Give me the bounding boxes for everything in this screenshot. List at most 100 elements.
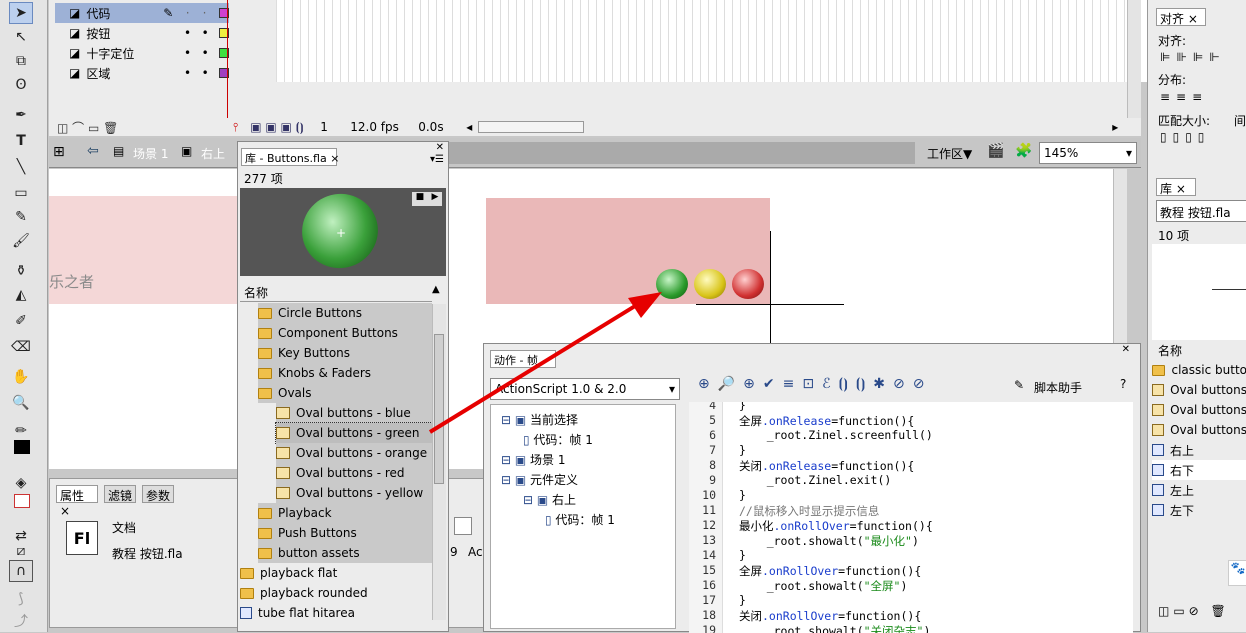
layer-row[interactable]: ◪ 十字定位 • • [55,43,229,63]
hand-tool-icon[interactable]: ✋ [9,366,33,388]
play-icon[interactable]: ▶ [431,192,438,206]
smooth-icon[interactable]: ⟆ [9,588,33,610]
eraser-icon[interactable]: ⌫ [9,336,33,358]
layer-row[interactable]: ◪ 区域 • • [55,63,229,83]
code-line[interactable]: 5 全屏.onRelease=function(){ [689,413,914,428]
navigator-item[interactable]: ⊟ ▣ 元件定义 [501,471,578,488]
library-file-select[interactable]: 教程 按钮.fla [1156,200,1246,222]
auto-format-icon[interactable]: ≡ [783,376,795,398]
code-hint-icon[interactable]: ⊡ [802,376,814,398]
color-swatch[interactable] [454,517,472,535]
panel-close-icon[interactable]: ✕ [436,142,444,153]
column-header-name[interactable]: 名称 [240,282,432,302]
no-color-icon[interactable]: ⧄ [9,540,33,562]
library-item[interactable]: Oval buttons - blue [276,403,432,423]
center-frame-icon[interactable]: ⫯ [233,120,238,135]
code-line[interactable]: 13 _root.showalt("最小化") [689,533,919,548]
library-tab[interactable]: 库 - Buttons.fla × [241,148,339,166]
library-item[interactable]: Oval buttons [1152,400,1246,420]
stop-icon[interactable]: ■ [416,192,425,206]
library-footer-icons[interactable]: ◫▭⊘ 🗑 [1158,604,1230,618]
library-item[interactable]: playback rounded [240,583,432,603]
sort-icon[interactable]: ▲ [432,284,440,295]
library-item[interactable]: Oval buttons - red [276,463,432,483]
edit-scene-icon[interactable]: 🧩 [1015,143,1032,159]
library-item[interactable]: Key Buttons [258,343,432,363]
code-line[interactable]: 17} [689,593,746,608]
straighten-icon[interactable]: ⤴ [9,610,33,632]
match-size-buttons-icon[interactable]: ▯▯▯▯ [1160,130,1210,144]
breadcrumb-scene[interactable]: 场景 1 [133,145,168,162]
code-line[interactable]: 8 关闭.onRelease=function(){ [689,458,914,473]
zoom-tool-icon[interactable]: 🔍 [9,392,33,414]
tab-filters[interactable]: 滤镜 [104,485,136,503]
code-line[interactable]: 12 最小化.onRollOver=function(){ [689,518,933,533]
timeline-vscroll[interactable] [1127,0,1141,118]
collapse-selection-icon[interactable]: ⦗⦘ [856,376,865,398]
code-line[interactable]: 6 _root.Zinel.screenfull() [689,428,933,443]
timeline-hscroll-thumb[interactable] [478,121,585,133]
check-syntax-icon[interactable]: ✔ [763,376,775,398]
frame-grid[interactable] [276,0,1176,82]
panel-menu-icon[interactable]: ▾☰ [430,154,444,165]
tab-properties[interactable]: 属性 × [56,485,98,518]
brush-tool-icon[interactable]: 🖌 [9,230,33,252]
library-item[interactable]: Circle Buttons [258,303,432,323]
align-buttons-icon[interactable]: ⊫⊪⊫⊩ [1160,50,1226,64]
navigator-item[interactable]: ⊟ ▣ 场景 1 [501,451,565,468]
code-line[interactable]: 14} [689,548,746,563]
free-transform-icon[interactable]: ⧉ [9,50,33,72]
pen-tool-icon[interactable]: ✒ [9,104,33,126]
layer-row[interactable]: ◪ 按钮 • • [55,23,229,43]
onion-skin-icon[interactable]: ▣ ▣ ▣ ⦗⦘ [250,120,320,135]
help-icon[interactable]: ? [1120,377,1126,391]
rectangle-tool-icon[interactable]: ▭ [9,182,33,204]
library-item[interactable]: 右下 [1152,460,1246,480]
layer-row[interactable]: ◪ 代码 ✎ · · [55,3,229,23]
code-line[interactable]: 7} [689,443,746,458]
eyedropper-icon[interactable]: ✐ [9,310,33,332]
find-icon[interactable]: 🔎 [718,376,735,398]
back-icon[interactable]: ⇦ [87,143,99,159]
library-item[interactable]: 左下 [1152,500,1246,520]
scroll-left-icon[interactable]: ◂ [466,120,478,134]
library-item[interactable]: Ovals [258,383,432,403]
library-item[interactable]: Oval buttons [1152,420,1246,440]
navigator-item[interactable]: ▯ 代码：帧 1 [545,511,615,528]
lasso-tool-icon[interactable]: ʘ [9,74,33,96]
add-statement-icon[interactable]: ⊕ [698,376,710,398]
yellow-oval-button[interactable] [694,269,726,299]
navigator-item[interactable]: ⊟ ▣ 右上 [523,491,576,508]
fill-color-icon[interactable]: ◈ [9,472,33,494]
breadcrumb-symbol[interactable]: 右上 [201,145,225,162]
align-tab[interactable]: 对齐 × [1156,8,1206,26]
paint-bucket-icon[interactable]: ◭ [9,284,33,306]
fill-swatch[interactable] [14,494,30,508]
code-line[interactable]: 4} [689,402,746,413]
column-header-name[interactable]: 名称 [1158,342,1182,359]
workspace-menu[interactable]: 工作区▼ [927,145,972,162]
library-item[interactable]: Knobs & Faders [258,363,432,383]
layer-buttons-icon[interactable]: ◫ ⌒ ▭ 🗑 [57,119,123,136]
library-item[interactable]: Oval buttons - green [275,422,433,444]
library-item[interactable]: 右上 [1152,440,1246,460]
subselection-tool-icon[interactable]: ↖ [9,26,33,48]
preview-controls[interactable]: ■ ▶ [412,192,442,206]
expand-icon[interactable]: ✱ [873,376,885,398]
scroll-right-icon[interactable]: ▸ [1112,120,1118,134]
stroke-color-icon[interactable]: ✏ [9,420,33,442]
code-line[interactable]: 9 _root.Zinel.exit() [689,473,891,488]
ink-bottle-icon[interactable]: ⚱ [9,260,33,282]
timeline-toggle-icon[interactable]: ⊞ [53,144,65,160]
zoom-select[interactable]: 145% ▾ [1039,142,1137,164]
edit-symbol-icon[interactable]: 🎬 [987,143,1004,159]
comment-icon[interactable]: ⊘ [893,376,905,398]
code-line[interactable]: 18 关闭.onRollOver=function(){ [689,608,921,623]
library-item[interactable]: Push Buttons [258,523,432,543]
code-editor[interactable]: 4} 5 全屏.onRelease=function(){6 _root.Zinel… [689,402,1133,633]
library-item[interactable]: classic butto [1152,360,1246,380]
library-item[interactable]: playback flat [240,563,432,583]
distribute-buttons-icon[interactable]: ≡≡≡ [1160,90,1208,104]
library-item[interactable]: Oval buttons [1152,380,1246,400]
uncomment-icon[interactable]: ⊘ [913,376,925,398]
